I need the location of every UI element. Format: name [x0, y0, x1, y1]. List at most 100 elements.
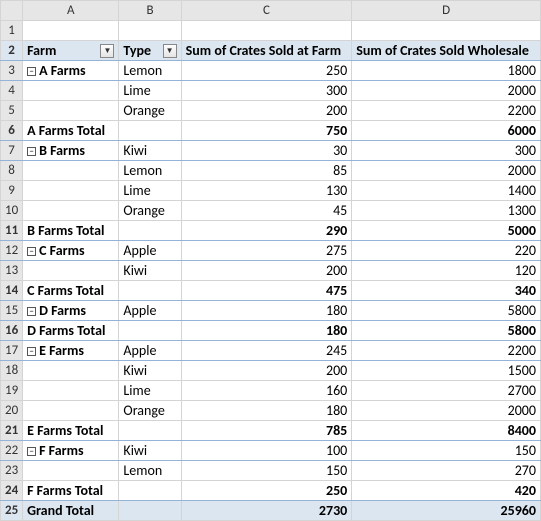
cell-sum-farm[interactable]: 200 — [181, 261, 352, 281]
cell-sum-farm[interactable]: 160 — [181, 381, 352, 401]
row-header[interactable]: 11 — [1, 221, 23, 241]
cell-farm[interactable]: C Farms Total — [23, 281, 119, 301]
cell-sum-farm[interactable] — [181, 21, 352, 41]
cell-farm[interactable]: E Farms Total — [23, 421, 119, 441]
collapse-icon[interactable]: − — [27, 447, 36, 456]
cell-farm[interactable]: −B Farms — [23, 141, 119, 161]
cell-farm[interactable]: Grand Total — [23, 501, 119, 521]
row-header[interactable]: 3 — [1, 61, 23, 81]
cell-type[interactable] — [119, 421, 181, 441]
cell-sum-wholesale[interactable]: 1400 — [352, 181, 541, 201]
cell-sum-wholesale[interactable]: 2000 — [352, 401, 541, 421]
cell-sum-wholesale[interactable]: 2000 — [352, 161, 541, 181]
col-header-a[interactable]: A — [23, 1, 119, 21]
cell-sum-wholesale[interactable]: 5800 — [352, 301, 541, 321]
select-all-corner[interactable] — [1, 1, 23, 21]
cell-sum-farm[interactable]: 150 — [181, 461, 352, 481]
cell-type[interactable]: Lemon — [119, 61, 181, 81]
cell-sum-wholesale[interactable]: 1300 — [352, 201, 541, 221]
collapse-icon[interactable]: − — [27, 147, 36, 156]
collapse-icon[interactable]: − — [27, 347, 36, 356]
cell-farm[interactable] — [23, 201, 119, 221]
row-header[interactable]: 10 — [1, 201, 23, 221]
row-header[interactable]: 16 — [1, 321, 23, 341]
cell-type[interactable]: Apple — [119, 241, 181, 261]
cell-type[interactable] — [119, 221, 181, 241]
cell-sum-wholesale[interactable]: 2000 — [352, 81, 541, 101]
cell-farm[interactable] — [23, 161, 119, 181]
cell-type[interactable] — [119, 281, 181, 301]
row-header[interactable]: 23 — [1, 461, 23, 481]
row-header[interactable]: 2 — [1, 41, 23, 61]
cell-sum-farm[interactable]: 275 — [181, 241, 352, 261]
cell-type[interactable]: Lime — [119, 381, 181, 401]
cell-type[interactable]: Kiwi — [119, 141, 181, 161]
cell-sum-wholesale[interactable]: 420 — [352, 481, 541, 501]
cell-type[interactable]: Lime — [119, 81, 181, 101]
row-header[interactable]: 5 — [1, 101, 23, 121]
filter-dropdown-icon[interactable]: ▼ — [163, 44, 177, 58]
row-header[interactable]: 9 — [1, 181, 23, 201]
cell-sum-wholesale[interactable]: 8400 — [352, 421, 541, 441]
cell-sum-wholesale[interactable]: 300 — [352, 141, 541, 161]
cell-sum-wholesale[interactable]: 2700 — [352, 381, 541, 401]
cell-sum-farm[interactable]: 130 — [181, 181, 352, 201]
row-header[interactable]: 1 — [1, 21, 23, 41]
row-header[interactable]: 25 — [1, 501, 23, 521]
cell-sum-wholesale[interactable]: 150 — [352, 441, 541, 461]
cell-sum-wholesale[interactable]: Sum of Crates Sold Wholesale — [352, 41, 541, 61]
row-header[interactable]: 24 — [1, 481, 23, 501]
cell-farm[interactable]: F Farms Total — [23, 481, 119, 501]
cell-sum-wholesale[interactable]: 120 — [352, 261, 541, 281]
cell-type[interactable]: Orange — [119, 401, 181, 421]
collapse-icon[interactable]: − — [27, 67, 36, 76]
cell-type[interactable]: Orange — [119, 101, 181, 121]
cell-farm[interactable] — [23, 81, 119, 101]
cell-sum-wholesale[interactable]: 2200 — [352, 101, 541, 121]
cell-farm[interactable]: −C Farms — [23, 241, 119, 261]
cell-sum-farm[interactable]: 290 — [181, 221, 352, 241]
cell-farm[interactable]: A Farms Total — [23, 121, 119, 141]
cell-farm[interactable] — [23, 401, 119, 421]
cell-sum-wholesale[interactable]: 1500 — [352, 361, 541, 381]
cell-sum-wholesale[interactable] — [352, 21, 541, 41]
cell-sum-wholesale[interactable]: 6000 — [352, 121, 541, 141]
cell-sum-farm[interactable]: 180 — [181, 401, 352, 421]
row-header[interactable]: 19 — [1, 381, 23, 401]
row-header[interactable]: 18 — [1, 361, 23, 381]
collapse-icon[interactable]: − — [27, 307, 36, 316]
cell-type[interactable] — [119, 21, 181, 41]
cell-type[interactable]: Orange — [119, 201, 181, 221]
cell-sum-farm[interactable]: 100 — [181, 441, 352, 461]
cell-sum-wholesale[interactable]: 5000 — [352, 221, 541, 241]
cell-sum-farm[interactable]: 30 — [181, 141, 352, 161]
cell-type[interactable]: Kiwi — [119, 361, 181, 381]
cell-sum-wholesale[interactable]: 5800 — [352, 321, 541, 341]
cell-sum-farm[interactable]: 180 — [181, 321, 352, 341]
cell-farm[interactable]: B Farms Total — [23, 221, 119, 241]
cell-sum-farm[interactable]: 2730 — [181, 501, 352, 521]
cell-sum-wholesale[interactable]: 25960 — [352, 501, 541, 521]
row-header[interactable]: 13 — [1, 261, 23, 281]
row-header[interactable]: 22 — [1, 441, 23, 461]
cell-type[interactable]: Kiwi — [119, 441, 181, 461]
cell-sum-farm[interactable]: 200 — [181, 101, 352, 121]
cell-sum-wholesale[interactable]: 2200 — [352, 341, 541, 361]
cell-sum-farm[interactable]: 200 — [181, 361, 352, 381]
cell-type[interactable] — [119, 501, 181, 521]
cell-type[interactable]: Apple — [119, 301, 181, 321]
cell-farm[interactable]: −A Farms — [23, 61, 119, 81]
cell-sum-farm[interactable]: 245 — [181, 341, 352, 361]
cell-type[interactable] — [119, 121, 181, 141]
col-header-b[interactable]: B — [119, 1, 181, 21]
row-header[interactable]: 12 — [1, 241, 23, 261]
cell-farm[interactable]: −E Farms — [23, 341, 119, 361]
cell-sum-farm[interactable]: 45 — [181, 201, 352, 221]
cell-farm[interactable] — [23, 261, 119, 281]
cell-type[interactable] — [119, 481, 181, 501]
cell-farm[interactable] — [23, 361, 119, 381]
cell-sum-farm[interactable]: 250 — [181, 481, 352, 501]
row-header[interactable]: 20 — [1, 401, 23, 421]
cell-sum-wholesale[interactable]: 1800 — [352, 61, 541, 81]
cell-sum-farm[interactable]: 180 — [181, 301, 352, 321]
